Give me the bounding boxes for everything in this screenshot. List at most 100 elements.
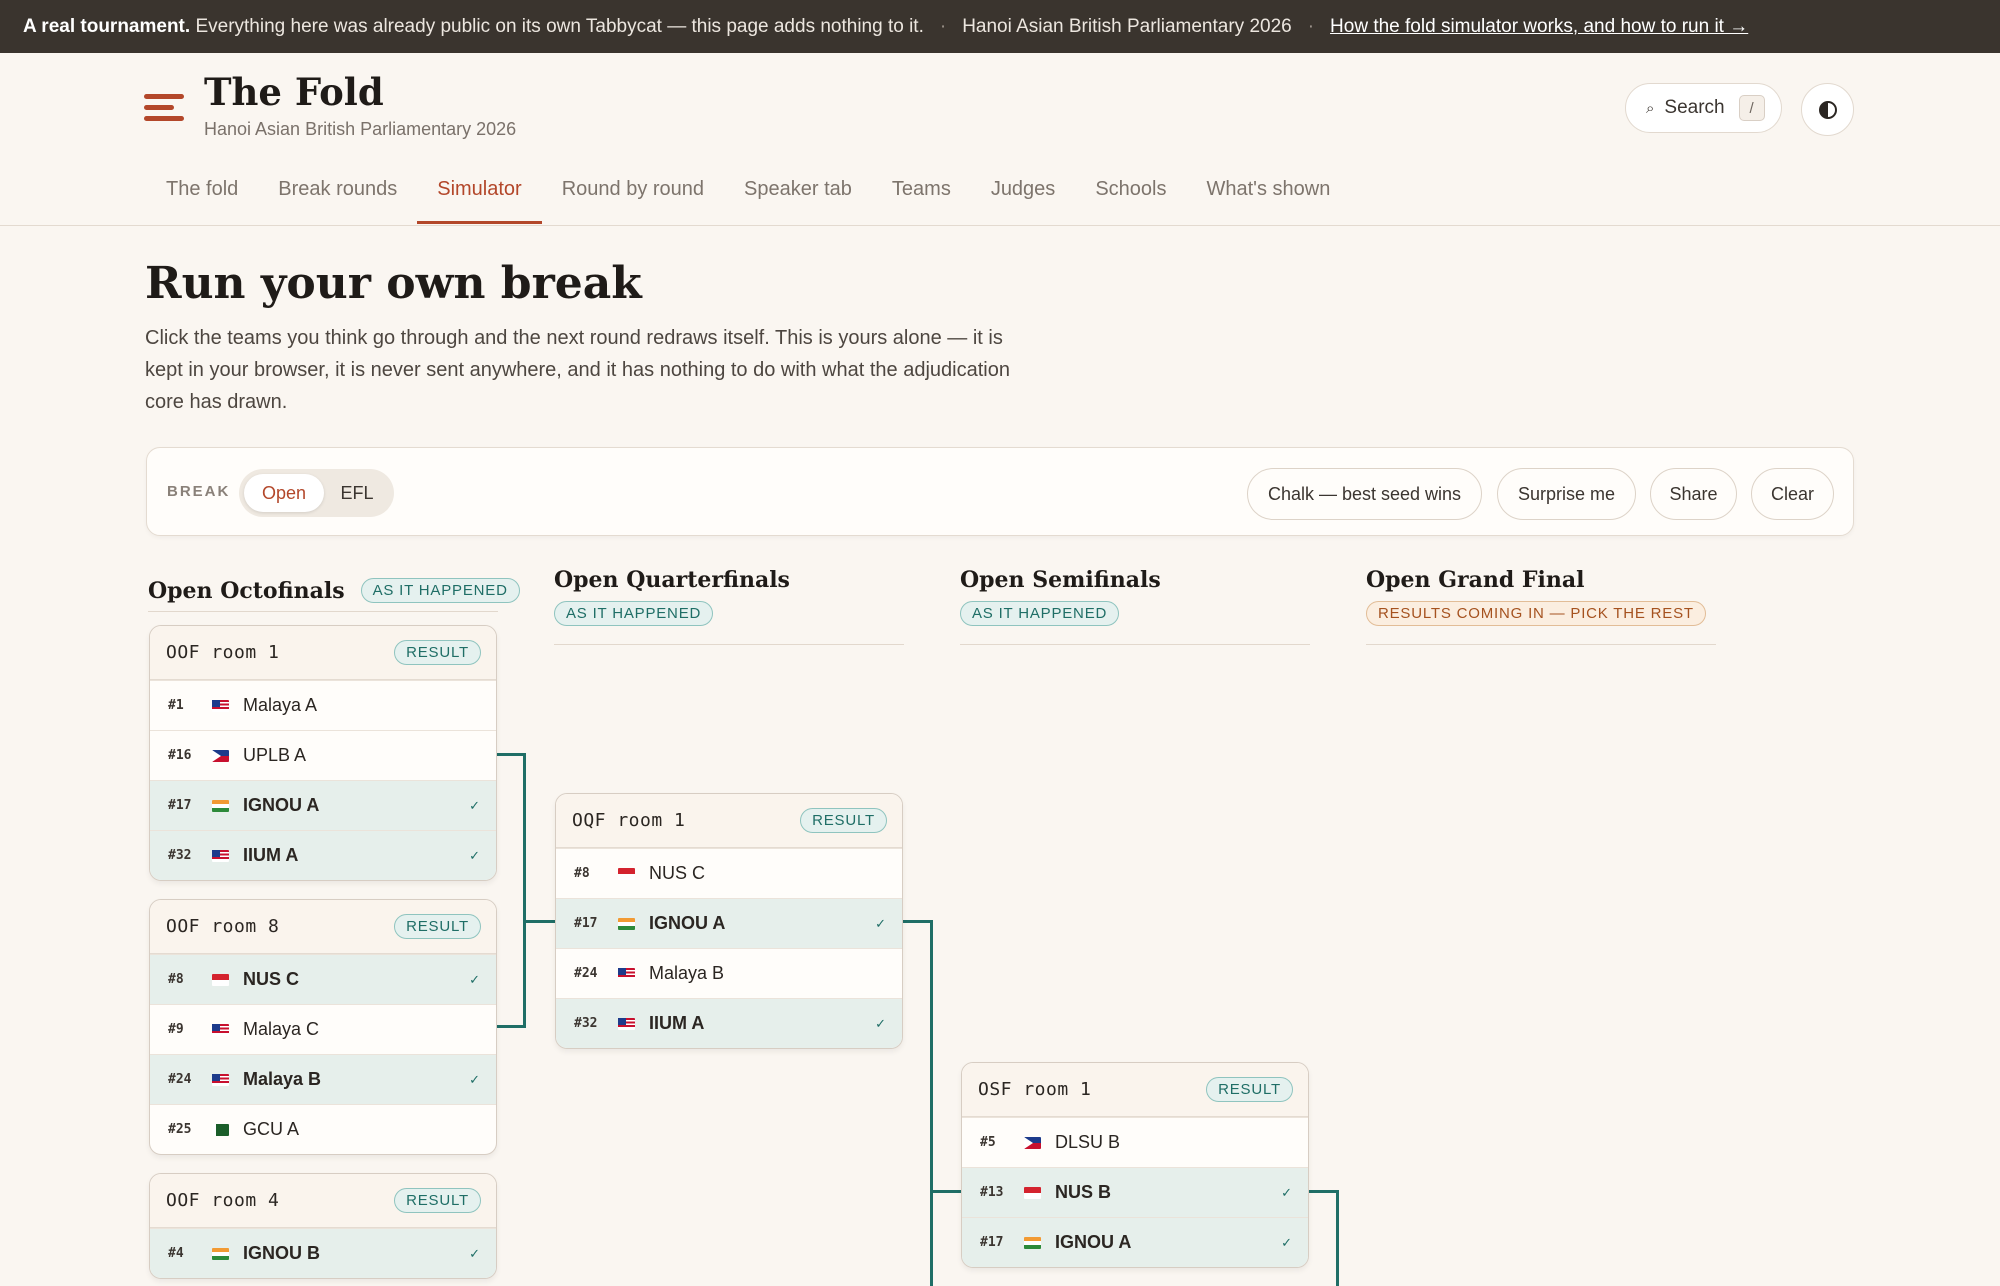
team-row[interactable]: #8 NUS C ✓	[150, 954, 496, 1004]
nav-tab-break-rounds[interactable]: Break rounds	[258, 160, 417, 226]
team-seed: #13	[980, 1185, 1004, 1200]
room-name: OOF room 8	[166, 916, 280, 937]
nav-divider	[0, 225, 2000, 226]
team-name: IGNOU B	[243, 1243, 321, 1263]
room-card-oof-1: OOF room 1 RESULT #1 Malaya A #16 UPLB A…	[149, 625, 497, 881]
nav-tab-whats-shown[interactable]: What's shown	[1186, 160, 1350, 226]
malaysia-flag-icon	[212, 1023, 229, 1036]
top-banner: A real tournament. Everything here was a…	[0, 0, 2000, 53]
team-row[interactable]: #24 Malaya B	[556, 948, 902, 998]
team-row[interactable]: #17 IGNOU A ✓	[962, 1217, 1308, 1267]
status-badge: AS IT HAPPENED	[360, 578, 520, 603]
team-name: IIUM A	[649, 1013, 705, 1033]
team-row[interactable]: #32 IIUM A ✓	[556, 998, 902, 1048]
break-option-efl[interactable]: EFL	[326, 474, 388, 512]
team-seed: #17	[980, 1235, 1004, 1250]
bracket-connector	[1308, 1190, 1339, 1193]
share-button[interactable]: Share	[1650, 468, 1737, 520]
room-card-osf-1: OSF room 1 RESULT #5 DLSU B #13 NUS B ✓ …	[961, 1062, 1309, 1268]
nav-tab-the-fold[interactable]: The fold	[146, 160, 258, 226]
result-badge: RESULT	[394, 1188, 481, 1213]
malaysia-flag-icon	[618, 1017, 635, 1030]
team-seed: #9	[168, 1022, 184, 1037]
room-card-oqf-1: OQF room 1 RESULT #8 NUS C #17 IGNOU A ✓…	[555, 793, 903, 1049]
team-row[interactable]: #25 GCU A	[150, 1104, 496, 1154]
banner-help-link[interactable]: How the fold simulator works, and how to…	[1330, 16, 1748, 38]
logo-icon[interactable]	[144, 92, 186, 124]
team-row[interactable]: #5 DLSU B	[962, 1117, 1308, 1167]
banner-text: Everything here was already public on it…	[195, 15, 924, 37]
site-subtitle: Hanoi Asian British Parliamentary 2026	[204, 119, 517, 139]
team-row[interactable]: #1 Malaya A	[150, 680, 496, 730]
team-name: IGNOU A	[1055, 1232, 1132, 1252]
room-name: OSF room 1	[978, 1079, 1092, 1100]
team-name: NUS C	[243, 969, 300, 989]
site-title[interactable]: The Fold	[204, 70, 384, 114]
team-row[interactable]: #9 Malaya C	[150, 1004, 496, 1054]
team-name: Malaya B	[243, 1069, 322, 1089]
room-card-oof-8: OOF room 8 RESULT #8 NUS C ✓ #9 Malaya C…	[149, 899, 497, 1155]
room-name: OQF room 1	[572, 810, 686, 831]
room-header: OSF room 1 RESULT	[962, 1063, 1308, 1117]
bracket-connector	[497, 1025, 525, 1028]
team-name: NUS C	[649, 863, 706, 883]
team-row[interactable]: #4 IGNOU B ✓	[150, 1228, 496, 1278]
team-seed: #16	[168, 748, 192, 763]
philippines-flag-icon	[1024, 1136, 1041, 1149]
bracket-connector	[1336, 1190, 1339, 1286]
surprise-me-button[interactable]: Surprise me	[1497, 468, 1636, 520]
chalk-button[interactable]: Chalk — best seed wins	[1247, 468, 1482, 520]
team-row[interactable]: #17 IGNOU A ✓	[556, 898, 902, 948]
column-head-grand-final: Open Grand Final RESULTS COMING IN — PIC…	[1366, 567, 1716, 645]
team-row[interactable]: #17 IGNOU A ✓	[150, 780, 496, 830]
break-option-open[interactable]: Open	[244, 474, 324, 512]
team-row[interactable]: #13 NUS B ✓	[962, 1167, 1308, 1217]
check-icon: ✓	[1281, 1234, 1292, 1250]
theme-toggle-button[interactable]	[1801, 83, 1854, 136]
break-label: BREAK	[167, 483, 231, 500]
india-flag-icon	[212, 1247, 229, 1260]
nav-tab-teams[interactable]: Teams	[872, 160, 971, 226]
team-seed: #17	[574, 916, 598, 931]
team-name: Malaya B	[649, 963, 725, 983]
check-icon: ✓	[875, 1015, 886, 1031]
status-badge: AS IT HAPPENED	[554, 601, 714, 626]
team-row[interactable]: #24 Malaya B ✓	[150, 1054, 496, 1104]
team-name: GCU A	[243, 1119, 300, 1139]
column-title: Open Octofinals	[148, 577, 345, 604]
team-row[interactable]: #8 NUS C	[556, 848, 902, 898]
nav-tab-schools[interactable]: Schools	[1075, 160, 1186, 226]
column-head-octofinals: Open Octofinals AS IT HAPPENED	[148, 570, 520, 612]
clear-button[interactable]: Clear	[1751, 468, 1834, 520]
room-name: OOF room 4	[166, 1190, 280, 1211]
team-row[interactable]: #16 UPLB A	[150, 730, 496, 780]
column-title: Open Grand Final	[1366, 567, 1585, 593]
pakistan-flag-icon	[212, 1123, 229, 1136]
team-seed: #8	[574, 866, 590, 881]
team-row[interactable]: #32 IIUM A ✓	[150, 830, 496, 880]
nav-tab-round-by-round[interactable]: Round by round	[542, 160, 724, 226]
team-seed: #1	[168, 698, 184, 713]
philippines-flag-icon	[212, 749, 229, 762]
nav-tab-judges[interactable]: Judges	[971, 160, 1076, 226]
team-seed: #24	[574, 966, 598, 981]
bracket-connector	[930, 1190, 961, 1193]
singapore-flag-icon	[1024, 1186, 1041, 1199]
nav-tab-speaker-tab[interactable]: Speaker tab	[724, 160, 872, 226]
result-badge: RESULT	[800, 808, 887, 833]
team-seed: #8	[168, 972, 184, 987]
main-nav: The fold Break rounds Simulator Round by…	[146, 160, 1350, 226]
simulator-controls: BREAK Open EFL Chalk — best seed wins Su…	[146, 447, 1854, 536]
column-title: Open Quarterfinals	[554, 567, 790, 593]
singapore-flag-icon	[618, 867, 635, 880]
malaysia-flag-icon	[618, 967, 635, 980]
banner-bold: A real tournament.	[23, 15, 191, 37]
search-button[interactable]: ⌕ Search /	[1625, 83, 1782, 133]
nav-tab-simulator[interactable]: Simulator	[417, 160, 543, 226]
check-icon: ✓	[469, 1245, 480, 1261]
result-badge: RESULT	[394, 914, 481, 939]
result-badge: RESULT	[394, 640, 481, 665]
check-icon: ✓	[875, 915, 886, 931]
status-badge: RESULTS COMING IN — PICK THE REST	[1366, 601, 1706, 626]
team-seed: #24	[168, 1072, 192, 1087]
